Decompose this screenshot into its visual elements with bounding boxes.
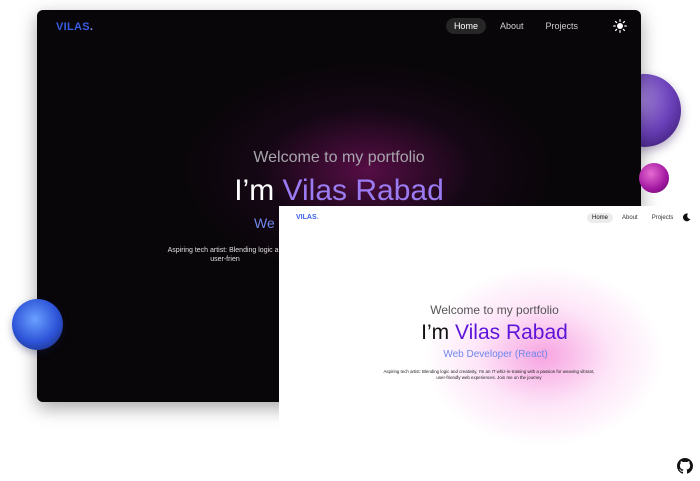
hero-name: Vilas Rabad <box>282 174 444 207</box>
dark-navbar: VILAS. Home About Projects <box>37 10 641 42</box>
hero-prefix: I’m <box>234 174 283 207</box>
logo[interactable]: VILAS. <box>296 214 319 221</box>
hero-prefix: I’m <box>421 321 455 344</box>
blue-orb-decoration <box>12 299 63 350</box>
logo[interactable]: VILAS. <box>56 21 93 33</box>
nav-links: Home About Projects <box>445 18 586 34</box>
hero-name: Vilas Rabad <box>454 321 568 344</box>
bio-text: Aspiring tech artist: Blending logic an … <box>150 246 300 264</box>
bio-text: Aspiring tech artist: Blending logic and… <box>339 369 639 381</box>
welcome-heading: Welcome to my portfolio <box>253 149 425 166</box>
nav-projects-link[interactable]: Projects <box>647 213 679 223</box>
nav-projects-link[interactable]: Projects <box>537 18 586 34</box>
nav-about-link[interactable]: About <box>617 213 643 223</box>
welcome-heading: Welcome to my portfolio <box>430 303 559 317</box>
nav-home-link[interactable]: Home <box>587 213 614 223</box>
light-theme-window: VILAS. Home About Projects Welcome to my… <box>279 206 700 481</box>
github-icon[interactable] <box>677 458 693 474</box>
bio-line-2: user-frien <box>210 256 240 263</box>
nav-about-link[interactable]: About <box>492 18 532 34</box>
nav-home-link[interactable]: Home <box>445 18 486 34</box>
sun-icon[interactable] <box>613 19 627 33</box>
showcase-stage: VILAS. Home About Projects Welcome to my… <box>0 0 700 481</box>
role-subtitle: We <box>254 215 275 231</box>
moon-icon[interactable] <box>682 213 691 222</box>
hero-title: I’m Vilas Rabad <box>37 174 641 208</box>
magenta-orb-decoration <box>639 163 669 193</box>
nav-links: Home About Projects <box>587 213 678 223</box>
role-subtitle: Web Developer (React) <box>443 349 548 360</box>
bio-line-2: user-friendly web experiences. Join me o… <box>436 375 542 380</box>
hero-title: I’m Vilas Rabad <box>279 321 700 345</box>
bio-line-1: Aspiring tech artist: Blending logic an <box>167 247 283 254</box>
